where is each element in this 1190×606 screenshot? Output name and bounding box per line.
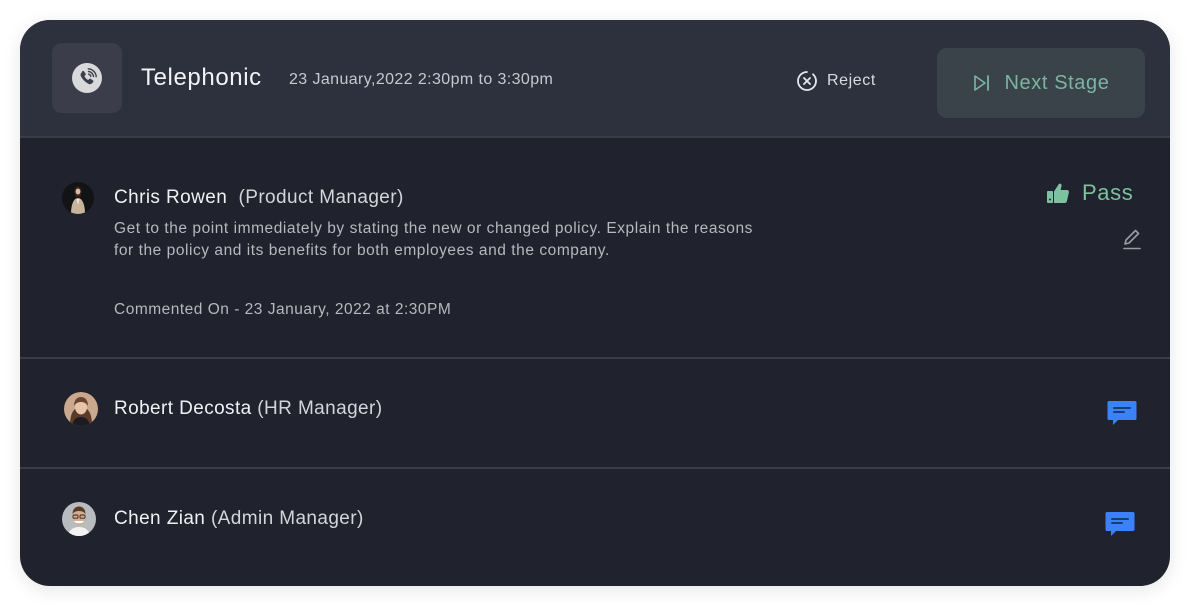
reviewer-name-line: Robert Decosta (HR Manager) — [114, 398, 382, 420]
reviewer-row: Chen Zian (Admin Manager) — [20, 471, 1170, 586]
avatar — [62, 502, 96, 536]
stage-title: Telephonic — [141, 64, 262, 91]
reviewer-name-line: Chen Zian (Admin Manager) — [114, 508, 364, 530]
chat-icon[interactable] — [1106, 397, 1138, 429]
skip-next-icon — [973, 75, 989, 91]
next-stage-button[interactable]: Next Stage — [937, 48, 1145, 118]
status-badge: Pass — [1046, 180, 1133, 206]
reviewer-row: Chris Rowen (Product Manager) Get to the… — [20, 140, 1170, 359]
reviewer-role: (Product Manager) — [238, 187, 404, 208]
next-stage-label: Next Stage — [1004, 71, 1110, 94]
reviewer-name-line: Chris Rowen (Product Manager) — [114, 187, 404, 209]
edit-icon[interactable] — [1121, 227, 1143, 251]
reviewer-name: Chen Zian — [114, 508, 206, 529]
reject-button[interactable]: Reject — [796, 68, 876, 94]
reviewer-row: Robert Decosta (HR Manager) — [20, 361, 1170, 469]
close-circle-icon — [797, 71, 817, 91]
reviewer-name: Chris Rowen — [114, 187, 228, 208]
phone-call-icon — [72, 63, 102, 93]
stage-type-badge — [52, 43, 122, 113]
chat-icon[interactable] — [1104, 508, 1136, 540]
reviewer-comment: Get to the point immediately by stating … — [114, 220, 753, 259]
reject-label: Reject — [827, 72, 876, 89]
avatar — [64, 392, 98, 426]
reviewer-role: (HR Manager) — [257, 398, 383, 419]
stage-header: Telephonic 23 January,2022 2:30pm to 3:3… — [20, 20, 1170, 138]
reviewer-role: (Admin Manager) — [210, 508, 364, 529]
comment-timestamp: Commented On - 23 January, 2022 at 2:30P… — [114, 301, 452, 318]
reviewer-name: Robert Decosta — [114, 398, 252, 419]
stage-schedule: 23 January,2022 2:30pm to 3:30pm — [289, 71, 554, 88]
interview-stage-card: Telephonic 23 January,2022 2:30pm to 3:3… — [20, 20, 1170, 586]
status-label: Pass — [1082, 180, 1134, 205]
avatar — [62, 182, 94, 214]
thumbs-up-icon — [1047, 183, 1069, 203]
